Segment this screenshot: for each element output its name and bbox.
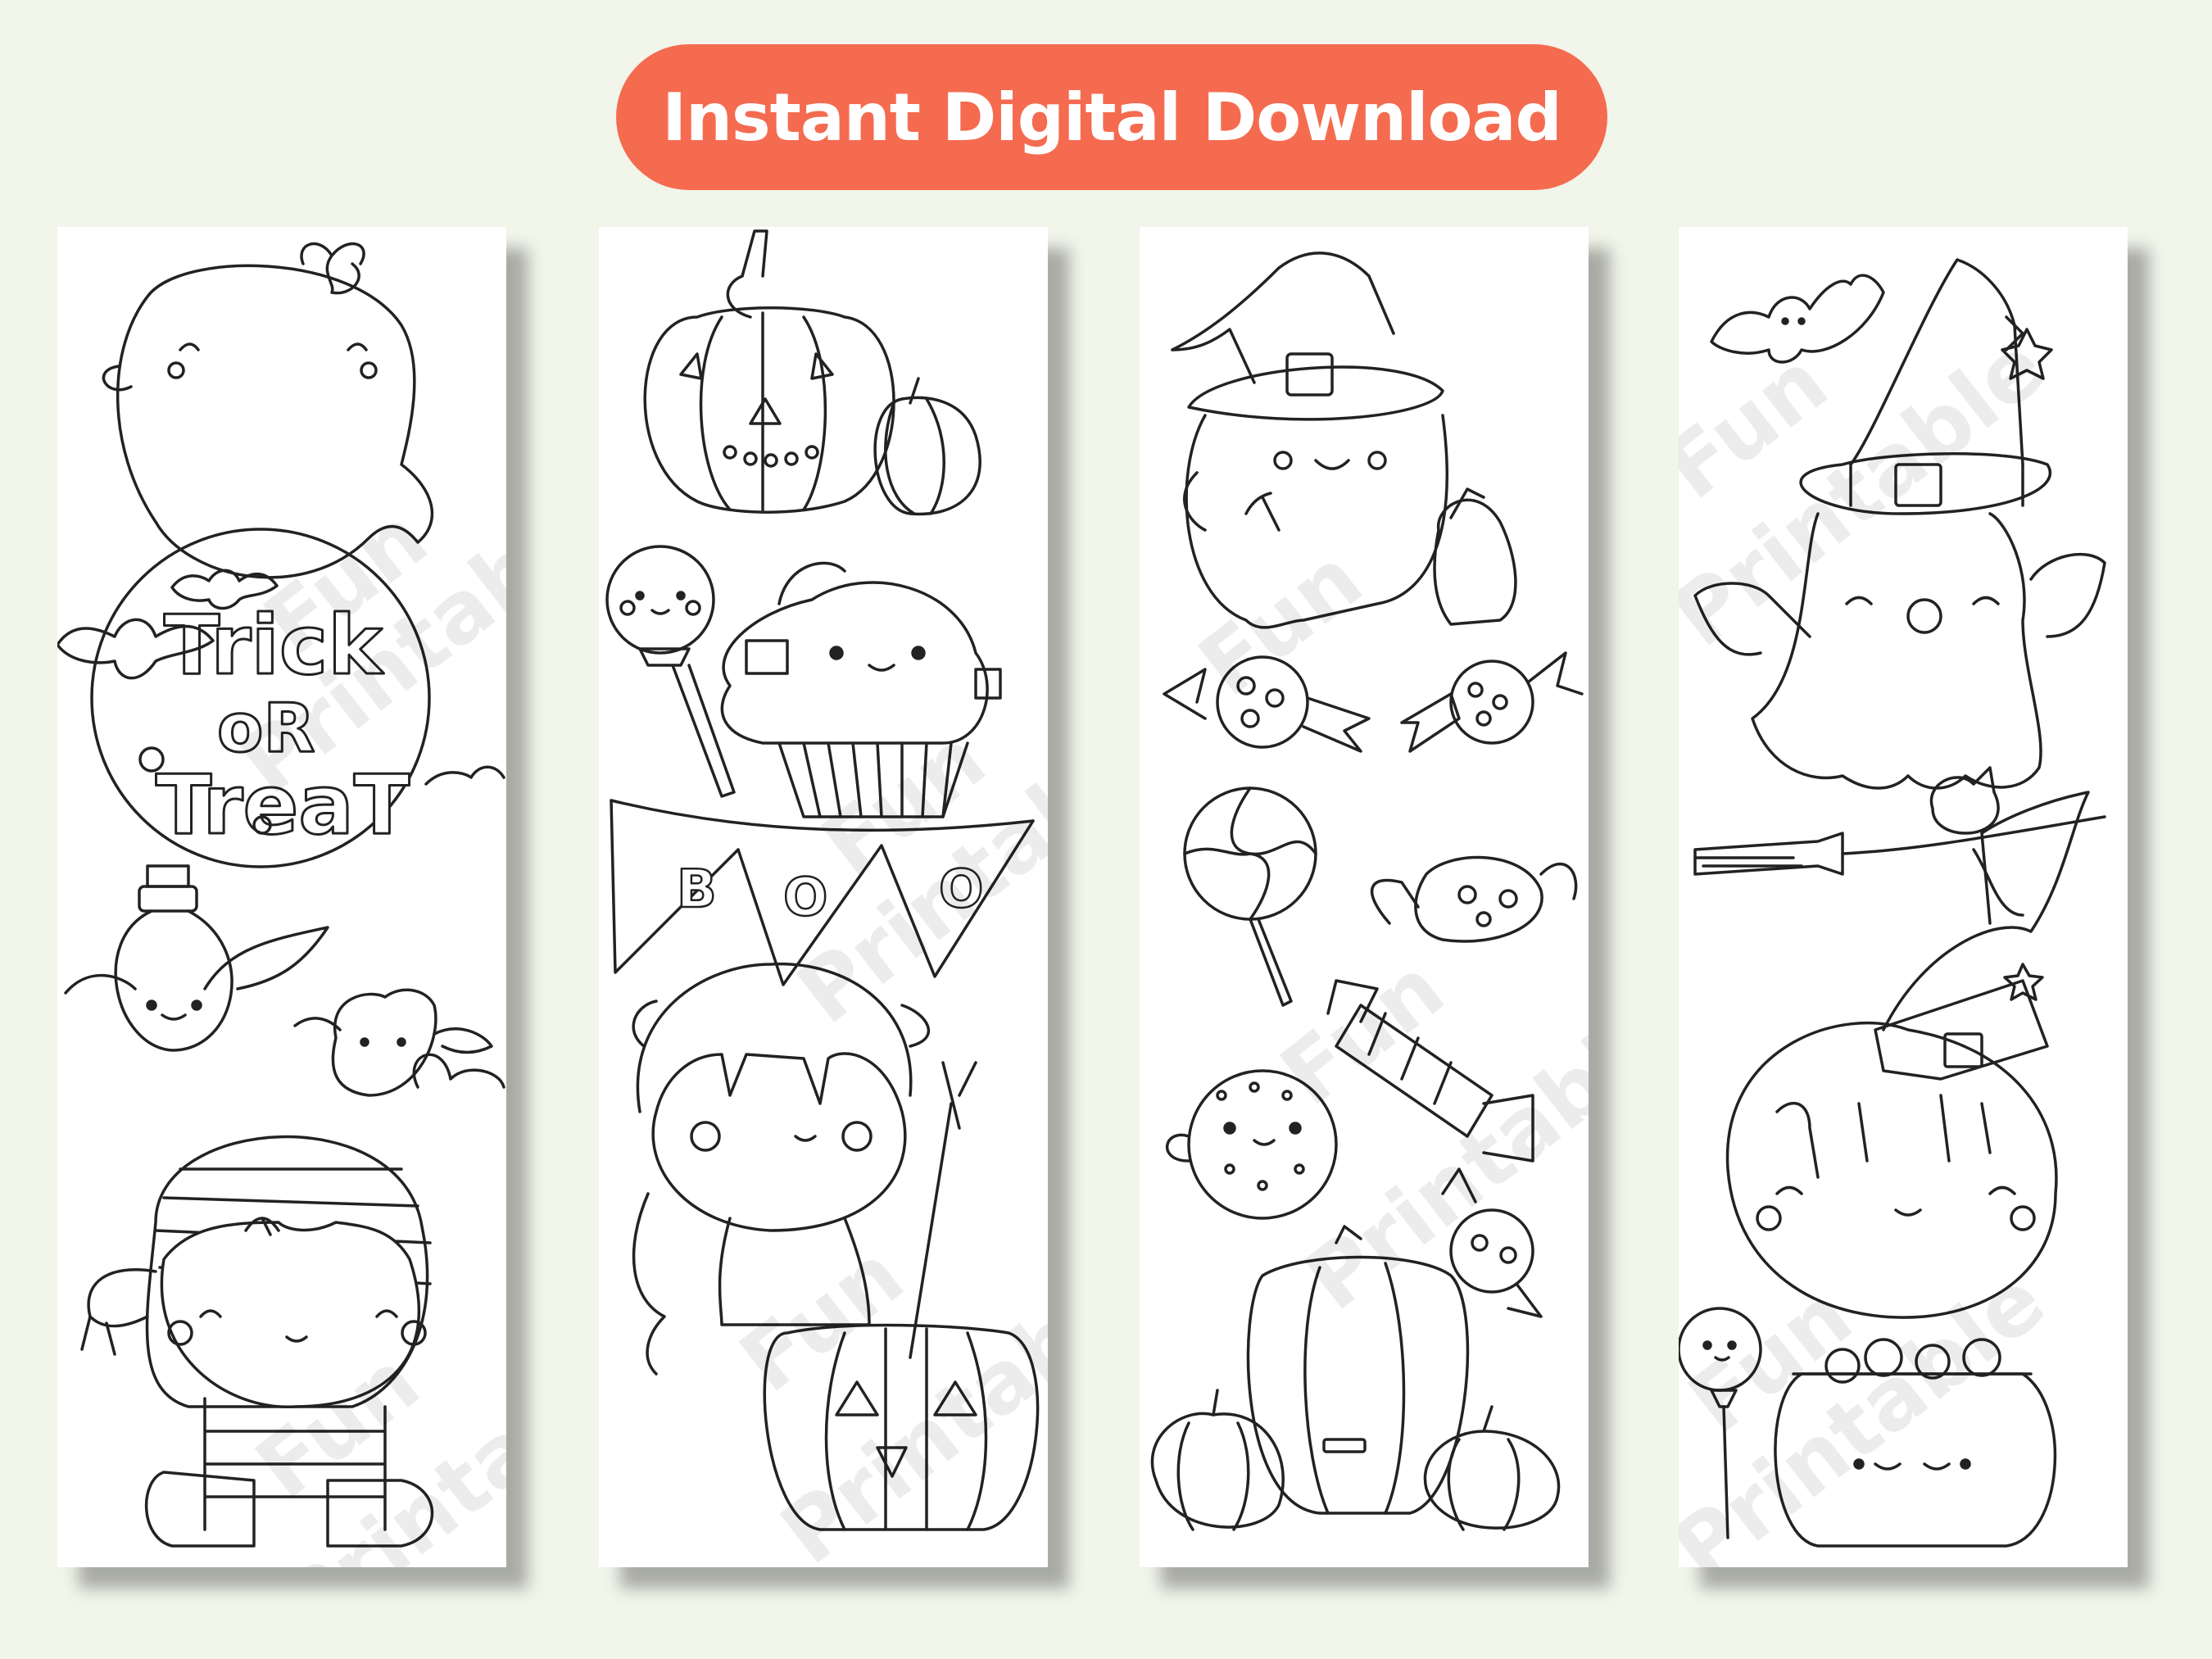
bookmark-2: B O O Fun Printable Fun Printable: [599, 227, 1048, 1567]
bat-cat-icon: [293, 988, 493, 1097]
witch-hat-ghost-icon: [1693, 258, 2106, 790]
bookmark-1-illustration: Trick oR TreaT: [57, 242, 505, 1548]
instant-download-banner: Instant Digital Download: [616, 44, 1607, 190]
potion-bottle-icon: [64, 864, 329, 1052]
pumpkins-icon: [1150, 1225, 1561, 1531]
bookmark-4-illustration: [1679, 258, 2106, 1548]
svg-text:B: B: [677, 859, 717, 920]
bookmark-3: Fun Fun Printable: [1140, 227, 1589, 1567]
small-pumpkin-icon: [873, 377, 981, 516]
trick-or-treat-badge: Trick oR TreaT: [90, 528, 431, 868]
cauldron-icon: [1774, 1338, 2057, 1548]
wrapped-candy-icon: [1371, 855, 1578, 943]
striped-candy-icon: [1326, 979, 1534, 1163]
bookmark-4: Fun Printable Fun Printable: [1679, 227, 2128, 1567]
round-candy-icon: [1165, 1069, 1338, 1220]
mummy-icon: [80, 1135, 434, 1548]
bookmark-2-illustration: B O O: [605, 229, 1040, 1531]
witch-girl-icon: [1725, 791, 2090, 1319]
svg-text:oR: oR: [217, 690, 315, 768]
jack-o-lantern-icon: [643, 229, 895, 514]
bat-icon: [1710, 274, 1885, 364]
lollipop-icon: [1679, 1307, 1762, 1539]
lollipop-icon: [605, 545, 736, 798]
bookmark-3-illustration: [1150, 252, 1584, 1531]
devil-girl-icon: [632, 962, 977, 1376]
cupcake-icon: [720, 561, 1002, 818]
svg-text:O: O: [783, 868, 827, 928]
wrapped-candy-icon: [1163, 651, 1584, 753]
ghost-bow-icon: [102, 242, 434, 579]
wrapped-candy-icon: [1441, 1167, 1543, 1318]
svg-text:Trick: Trick: [164, 597, 384, 693]
witch-ghost-icon: [1171, 252, 1517, 629]
swirl-lollipop-icon: [1183, 786, 1317, 1007]
svg-text:TreaT: TreaT: [156, 757, 410, 853]
svg-text:O: O: [939, 859, 983, 920]
bookmark-1: Trick oR TreaT Fun Printable Fun Printab…: [57, 227, 506, 1567]
cauldron-pumpkin-icon: [763, 1323, 1040, 1531]
broom-icon: [1693, 766, 2106, 917]
boo-banner: B O O: [610, 799, 1035, 986]
